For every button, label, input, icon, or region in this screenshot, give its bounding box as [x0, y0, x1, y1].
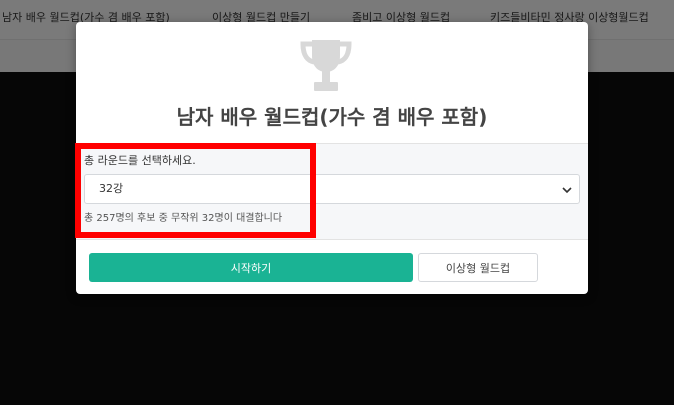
start-button[interactable]: 시작하기: [89, 253, 413, 282]
chevron-down-icon: [562, 187, 572, 194]
page: 남자 배우 월드컵(가수 겸 배우 포함) 이상형 월드컵 만들기 좀비고 이상…: [0, 0, 674, 405]
modal-header: 남자 배우 월드컵(가수 겸 배우 포함): [76, 22, 588, 144]
modal-footer: 시작하기 이상형 월드컵: [76, 240, 588, 294]
worldcup-button[interactable]: 이상형 월드컵: [418, 253, 538, 282]
highlight-box: [75, 143, 316, 238]
trophy-icon: [300, 40, 352, 91]
modal-title: 남자 배우 월드컵(가수 겸 배우 포함): [176, 105, 488, 129]
